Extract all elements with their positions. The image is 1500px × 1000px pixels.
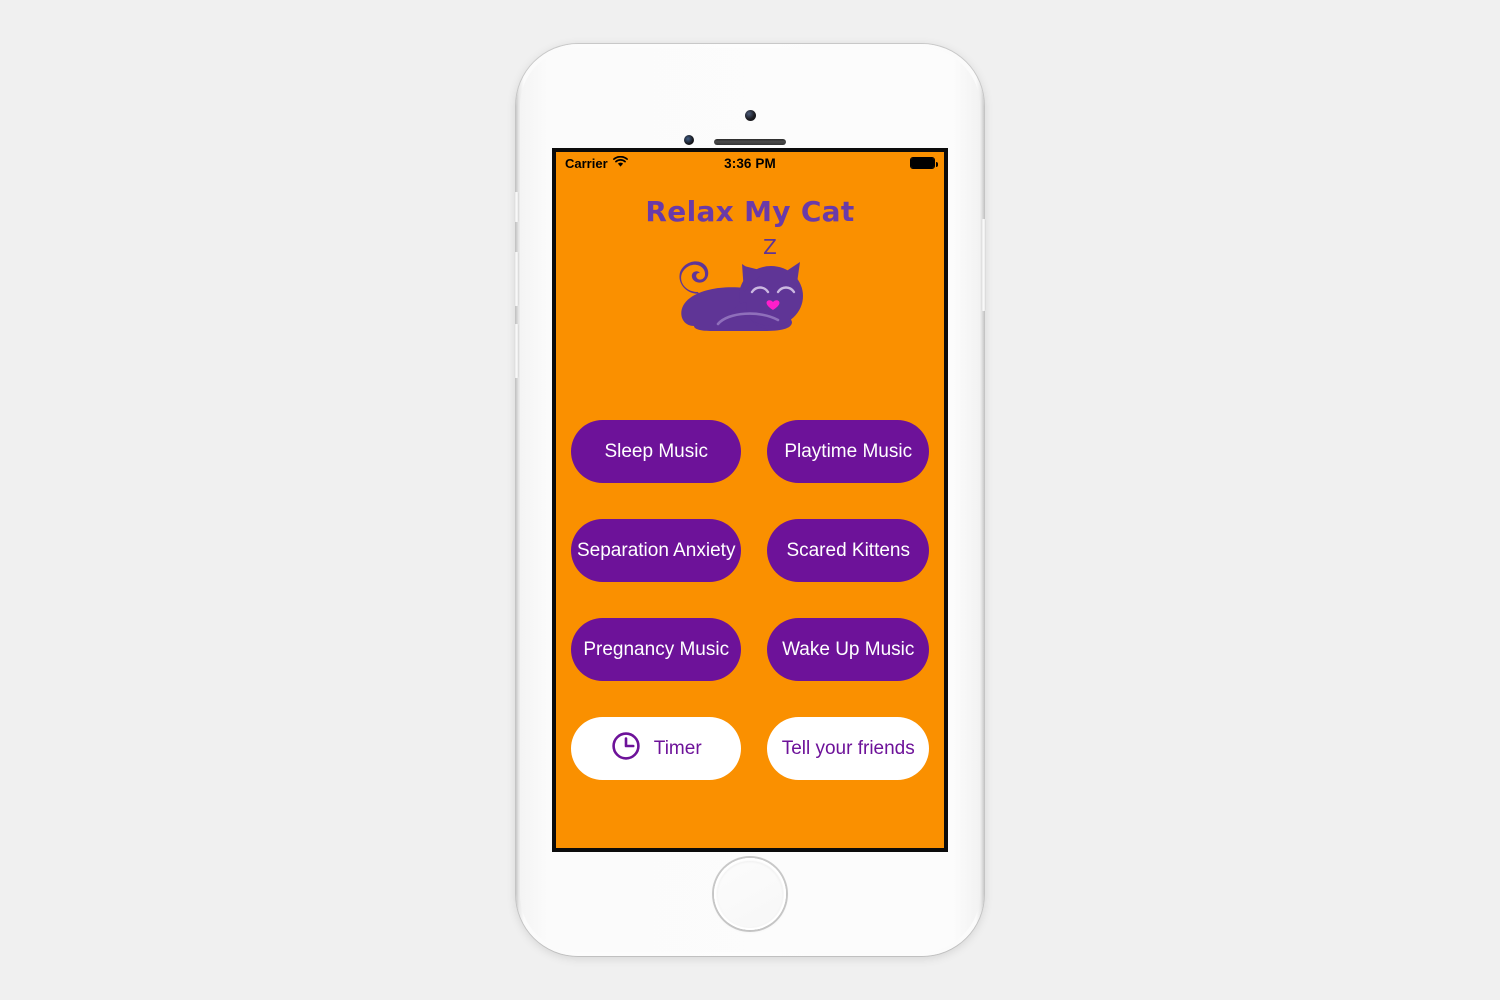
clock-icon [611,731,641,767]
phone-screen: Carrier 3:36 PM Relax My Cat Z Sleep Mus… [552,148,948,852]
button-label: Sleep Music [604,441,708,462]
sleep-z-letter: Z [763,235,777,259]
pregnancy-music-button[interactable]: Pregnancy Music [571,618,742,681]
front-camera-icon [744,110,756,121]
wake-up-music-button[interactable]: Wake Up Music [767,618,929,681]
button-label: Timer [653,738,702,759]
home-button[interactable] [714,858,786,930]
volume-down-button[interactable] [514,324,519,378]
separation-anxiety-button[interactable]: Separation Anxiety [571,519,742,582]
playtime-music-button[interactable]: Playtime Music [767,420,929,483]
button-label: Tell your friends [781,738,915,759]
power-button[interactable] [981,219,986,311]
status-bar-clock: 3:36 PM [724,155,776,171]
sleep-music-button[interactable]: Sleep Music [571,420,742,483]
proximity-sensor-icon [684,135,694,145]
status-bar: Carrier 3:36 PM [556,152,944,174]
tell-your-friends-button[interactable]: Tell your friends [767,717,929,780]
page-title: Relax My Cat [645,195,855,228]
mute-switch-button[interactable] [514,192,519,222]
volume-up-button[interactable] [514,252,519,306]
status-bar-right [910,157,938,169]
phone-device: Carrier 3:36 PM Relax My Cat Z Sleep Mus… [514,44,986,956]
scared-kittens-button[interactable]: Scared Kittens [767,519,929,582]
timer-button[interactable]: Timer [571,717,742,780]
action-button-grid: Sleep Music Playtime Music Separation An… [571,420,929,780]
button-label: Wake Up Music [782,639,915,660]
button-label: Pregnancy Music [583,639,730,660]
battery-full-icon [910,157,938,169]
button-label: Separation Anxiety [577,540,736,561]
button-label: Playtime Music [784,441,913,462]
earpiece-speaker [714,139,786,145]
sleeping-cat-logo: Z [556,230,944,340]
button-label: Scared Kittens [786,540,911,561]
